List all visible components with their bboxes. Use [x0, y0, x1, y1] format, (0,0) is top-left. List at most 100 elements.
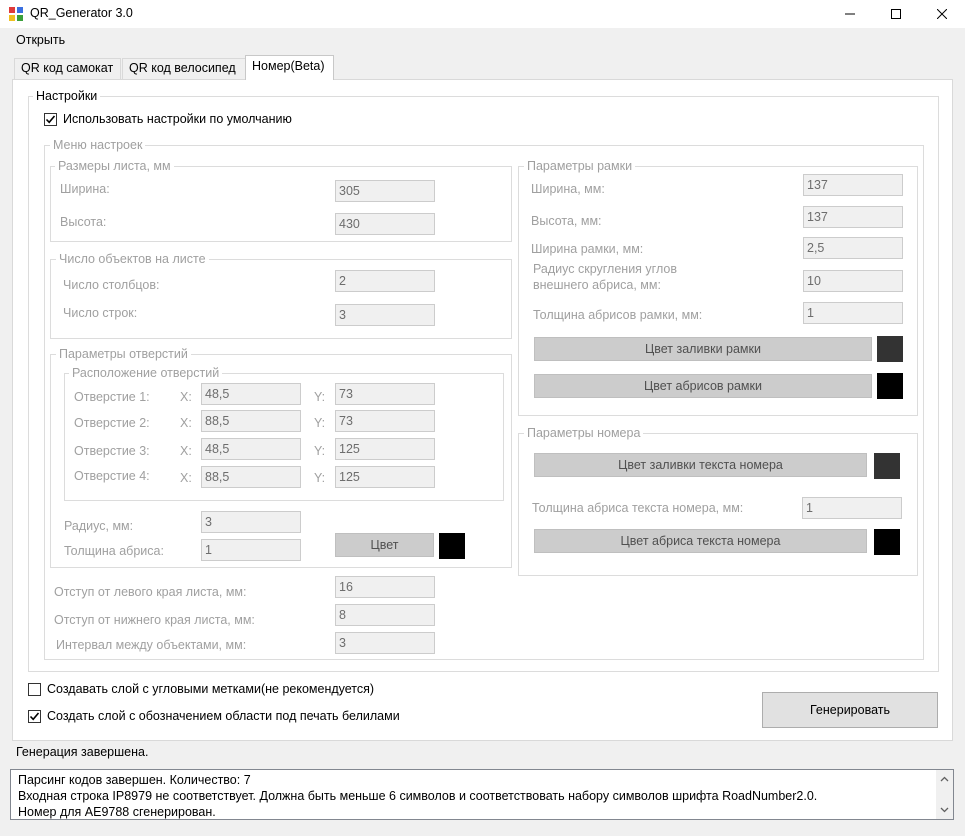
hole-2-label: Отверстие 2:	[74, 416, 150, 430]
generate-button[interactable]: Генерировать	[762, 692, 938, 728]
holes-layout-title: Расположение отверстий	[69, 366, 223, 380]
frame-stroke-input[interactable]: 1	[803, 302, 903, 324]
minimize-icon	[845, 13, 855, 15]
number-stroke-input[interactable]: 1	[802, 497, 902, 519]
hole-4-y-input[interactable]: 125	[335, 466, 435, 488]
hole-3-label: Отверстие 3:	[74, 444, 150, 458]
columns-label: Число столбцов:	[63, 278, 160, 292]
title-bar	[0, 0, 965, 28]
settings-group-title: Настройки	[33, 89, 101, 103]
hole-3-y-input[interactable]: 125	[335, 438, 435, 460]
tab-number-beta[interactable]: Номер(Beta)	[245, 55, 334, 80]
interval-label: Интервал между объектами, мм:	[56, 638, 247, 652]
hole-stroke-input[interactable]: 1	[201, 539, 301, 561]
hole-2-x-label: X:	[180, 416, 192, 430]
number-fill-color-button[interactable]: Цвет заливки текста номера	[534, 453, 867, 477]
frame-params-title: Параметры рамки	[524, 159, 636, 173]
left-offset-input[interactable]: 16	[335, 576, 435, 598]
checkmark-icon	[45, 115, 56, 124]
sheet-width-input[interactable]: 305	[335, 180, 435, 202]
hole-radius-label: Радиус, мм:	[64, 519, 134, 533]
frame-fill-swatch[interactable]	[877, 336, 903, 362]
frame-radius-input[interactable]: 10	[803, 270, 903, 292]
interval-input[interactable]: 3	[335, 632, 435, 654]
log-line: Номер для AE9788 сгенерирован.	[18, 805, 216, 819]
frame-border-width-input[interactable]: 2,5	[803, 237, 903, 259]
scroll-up-icon[interactable]	[936, 772, 953, 786]
menu-bar	[0, 28, 965, 52]
log-scrollbar[interactable]	[936, 770, 953, 819]
frame-stroke-swatch[interactable]	[877, 373, 903, 399]
frame-radius-label-line1: Радиус скругления углов	[533, 262, 677, 276]
hole-4-x-input[interactable]: 88,5	[201, 466, 301, 488]
sheet-height-input[interactable]: 430	[335, 213, 435, 235]
frame-height-input[interactable]: 137	[803, 206, 903, 228]
hole-4-y-label: Y:	[314, 471, 326, 485]
hole-1-x-label: X:	[180, 390, 192, 404]
objects-count-group	[50, 259, 512, 339]
number-stroke-swatch[interactable]	[874, 529, 900, 555]
checkmark-icon	[29, 712, 40, 721]
corner-marks-checkbox[interactable]	[28, 683, 41, 696]
columns-input[interactable]: 2	[335, 270, 435, 292]
frame-height-label: Высота, мм:	[531, 214, 602, 228]
sheet-size-group	[50, 166, 512, 242]
bottom-offset-label: Отступ от нижнего края листа, мм:	[54, 613, 255, 627]
maximize-button[interactable]	[873, 0, 919, 28]
left-offset-label: Отступ от левого края листа, мм:	[54, 585, 247, 599]
hole-3-y-label: Y:	[314, 444, 326, 458]
log-line: Парсинг кодов завершен. Количество: 7	[18, 773, 251, 787]
close-button[interactable]	[919, 0, 965, 28]
minimize-button[interactable]	[827, 0, 873, 28]
frame-border-width-label: Ширина рамки, мм:	[531, 242, 644, 256]
hole-2-y-input[interactable]: 73	[335, 410, 435, 432]
hole-1-y-input[interactable]: 73	[335, 383, 435, 405]
sheet-width-label: Ширина:	[60, 182, 110, 196]
sheet-height-label: Высота:	[60, 215, 107, 229]
frame-fill-color-button[interactable]: Цвет заливки рамки	[534, 337, 872, 361]
sheet-size-title: Размеры листа, мм	[55, 159, 174, 173]
log-textbox[interactable]: Парсинг кодов завершен. Количество: 7 Вх…	[10, 769, 954, 820]
white-layer-label[interactable]: Создать слой с обозначением области под …	[47, 709, 400, 723]
status-text: Генерация завершена.	[16, 745, 149, 759]
hole-4-x-label: X:	[180, 471, 192, 485]
use-defaults-label[interactable]: Использовать настройки по умолчанию	[63, 112, 292, 126]
objects-count-title: Число объектов на листе	[56, 252, 209, 266]
settings-menu-title: Меню настроек	[50, 138, 146, 152]
hole-3-x-label: X:	[180, 444, 192, 458]
frame-width-label: Ширина, мм:	[531, 182, 605, 196]
maximize-icon	[891, 9, 901, 19]
hole-1-y-label: Y:	[314, 390, 326, 404]
scroll-down-icon[interactable]	[936, 803, 953, 817]
hole-radius-input[interactable]: 3	[201, 511, 301, 533]
corner-marks-label[interactable]: Создавать слой с угловыми метками(не рек…	[47, 682, 374, 696]
frame-stroke-label: Толщина абрисов рамки, мм:	[533, 308, 703, 322]
frame-width-input[interactable]: 137	[803, 174, 903, 196]
hole-stroke-label: Толщина абриса:	[64, 544, 164, 558]
holes-title: Параметры отверстий	[56, 347, 191, 361]
number-stroke-label: Толщина абриса текста номера, мм:	[532, 501, 744, 515]
number-fill-swatch[interactable]	[874, 453, 900, 479]
close-icon	[937, 9, 947, 19]
hole-4-label: Отверстие 4:	[74, 469, 150, 483]
hole-3-x-input[interactable]: 48,5	[201, 438, 301, 460]
hole-color-button[interactable]: Цвет	[335, 533, 434, 557]
hole-1-label: Отверстие 1:	[74, 390, 150, 404]
menu-item-open[interactable]: Открыть	[8, 32, 73, 48]
rows-label: Число строк:	[63, 306, 138, 320]
white-layer-checkbox[interactable]	[28, 710, 41, 723]
window-title: QR_Generator 3.0	[30, 6, 133, 20]
tab-qr-scooter[interactable]: QR код самокат	[14, 58, 121, 79]
use-defaults-checkbox[interactable]	[44, 113, 57, 126]
hole-2-y-label: Y:	[314, 416, 326, 430]
bottom-offset-input[interactable]: 8	[335, 604, 435, 626]
hole-color-swatch[interactable]	[439, 533, 465, 559]
frame-stroke-color-button[interactable]: Цвет абрисов рамки	[534, 374, 872, 398]
number-params-title: Параметры номера	[524, 426, 644, 440]
number-stroke-color-button[interactable]: Цвет абриса текста номера	[534, 529, 867, 553]
hole-1-x-input[interactable]: 48,5	[201, 383, 301, 405]
tab-qr-bicycle[interactable]: QR код велосипед	[122, 58, 246, 79]
hole-2-x-input[interactable]: 88,5	[201, 410, 301, 432]
frame-radius-label-line2: внешнего абриса, мм:	[533, 278, 661, 292]
rows-input[interactable]: 3	[335, 304, 435, 326]
